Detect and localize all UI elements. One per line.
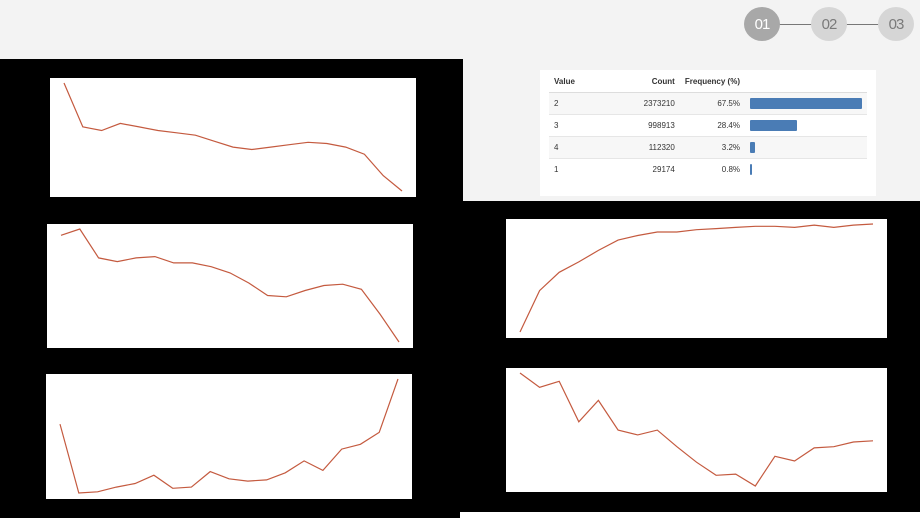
table-row: 4 112320 3.2% [549,136,867,159]
line-chart-4-plot [519,223,874,333]
table-row: 1 29174 0.8% [549,158,867,180]
cell-value: 3 [549,114,615,137]
cell-bar [745,114,867,137]
cell-count: 112320 [614,136,680,159]
cell-bar [745,136,867,159]
series-line [519,223,874,333]
step-03[interactable]: 03 [878,7,914,41]
series-line [519,372,874,487]
cell-count: 29174 [614,158,680,180]
column-header-value: Value [549,70,615,93]
frequency-bar [750,98,862,109]
column-header-count: Count [614,70,680,93]
series-line [63,82,403,192]
line-chart-4 [506,219,887,338]
frequency-bar [750,164,752,175]
line-chart-1 [50,78,416,197]
column-header-frequency: Frequency (%) [679,70,745,93]
cell-value: 2 [549,92,615,115]
table-row: 3 998913 28.4% [549,114,867,137]
step-01[interactable]: 01 [744,7,780,41]
step-connector [846,24,880,25]
cell-frequency: 28.4% [679,114,745,137]
step-connector [778,24,814,25]
cell-bar [745,158,867,180]
step-progress: 01 02 03 [744,7,914,43]
line-chart-3-plot [59,378,399,494]
cell-count: 998913 [614,114,680,137]
line-chart-5 [506,368,887,492]
cell-frequency: 0.8% [679,158,745,180]
cell-value: 4 [549,136,615,159]
cell-bar [745,92,867,115]
column-header-bar [745,70,867,93]
line-chart-5-plot [519,372,874,487]
line-chart-2 [47,224,413,348]
cell-frequency: 3.2% [679,136,745,159]
frequency-bar [750,142,756,153]
cell-count: 2373210 [614,92,680,115]
frequency-table-header: Value Count Frequency (%) [549,70,867,93]
cell-frequency: 67.5% [679,92,745,115]
line-chart-1-plot [63,82,403,192]
frequency-table: Value Count Frequency (%) 2 2373210 67.5… [549,70,867,180]
line-chart-3 [46,374,412,499]
series-line [60,228,400,343]
bottom-white-strip [460,512,920,518]
table-row: 2 2373210 67.5% [549,92,867,115]
frequency-bar [750,120,798,131]
series-line [59,378,399,494]
line-chart-2-plot [60,228,400,343]
frequency-table-card: Value Count Frequency (%) 2 2373210 67.5… [540,70,876,196]
step-02[interactable]: 02 [811,7,847,41]
cell-value: 1 [549,158,615,180]
